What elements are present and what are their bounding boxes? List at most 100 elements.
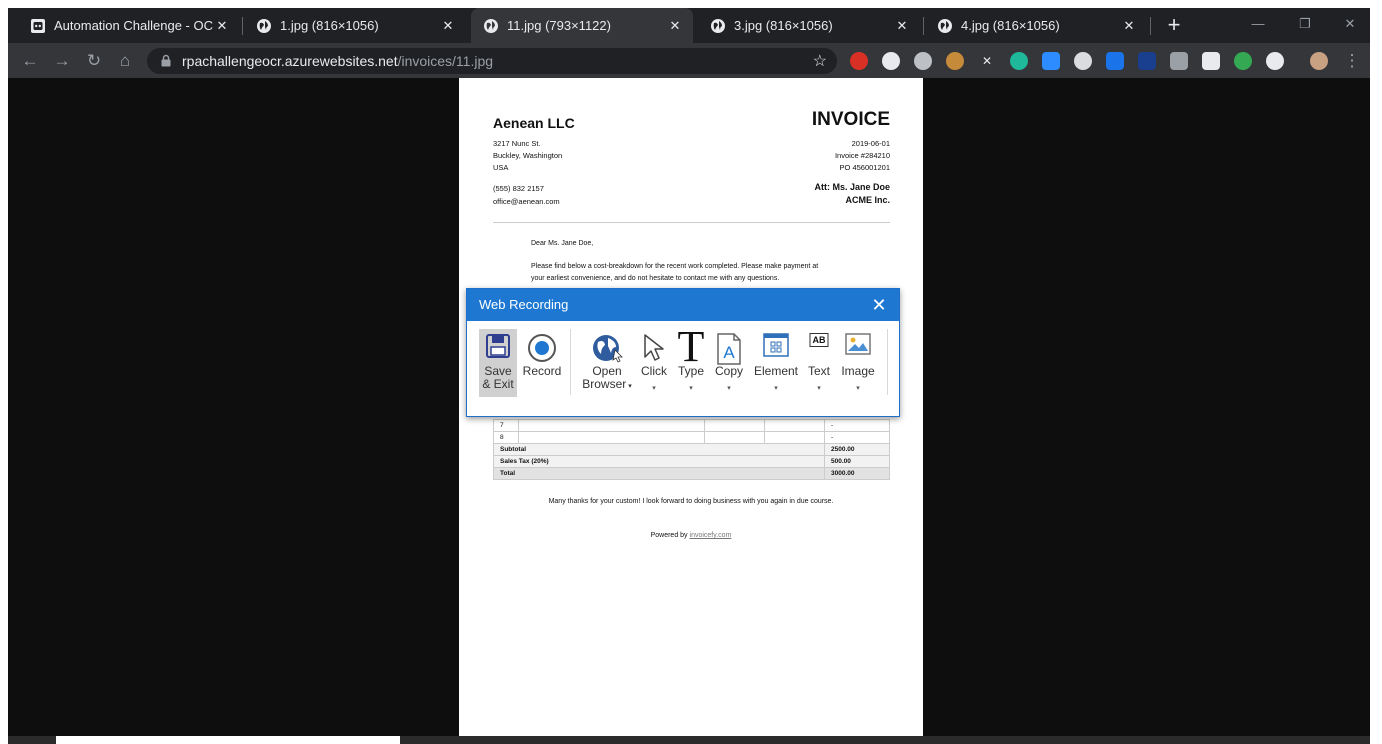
save-label-2: & Exit	[482, 377, 514, 391]
powered-by-link[interactable]: invoicefy.com	[690, 532, 732, 539]
tab-3-jpg[interactable]: 3.jpg (816×1056) ✕	[698, 8, 920, 43]
tab-automation-challenge[interactable]: Automation Challenge - OCR ✕	[18, 8, 240, 43]
open-browser-label: Open	[592, 364, 622, 378]
download-bar	[56, 736, 400, 744]
extension-icon[interactable]	[914, 52, 932, 70]
zoom-extension-icon[interactable]	[1042, 52, 1060, 70]
image-button[interactable]: Image ▾	[837, 329, 879, 397]
save-exit-button[interactable]: Save & Exit	[479, 329, 517, 397]
url-text: rpachallengeocr.azurewebsites.net/invoic…	[182, 53, 493, 69]
close-window-icon[interactable]: ✕	[1335, 13, 1365, 35]
extension-icon[interactable]	[1234, 52, 1252, 70]
total-value: 3000.00	[824, 467, 890, 480]
copy-label: Copy	[714, 364, 743, 378]
dialog-title: Web Recording	[479, 297, 569, 312]
save-label: Save	[484, 364, 512, 378]
body-text: your earliest convenience, and do not he…	[531, 275, 780, 282]
extension-icon[interactable]	[1266, 52, 1284, 70]
subtotal-row: Subtotal 2500.00	[493, 443, 890, 456]
globe-icon	[484, 18, 498, 33]
chat-extension-icon[interactable]	[1010, 52, 1028, 70]
total-row: Total 3000.00	[493, 467, 890, 480]
thanks-text: Many thanks for your custom! I look forw…	[548, 498, 834, 505]
dropdown-caret-icon: ▾	[652, 385, 656, 392]
b-extension-icon[interactable]	[1170, 52, 1188, 70]
divider	[493, 222, 890, 223]
forward-icon[interactable]: →	[52, 51, 72, 71]
table-row: 7 -	[493, 419, 890, 432]
address-bar[interactable]: rpachallengeocr.azurewebsites.net/invoic…	[147, 48, 837, 74]
close-tab-icon[interactable]: ✕	[214, 18, 230, 34]
new-tab-button[interactable]: +	[1163, 14, 1185, 36]
tab-4-jpg[interactable]: 4.jpg (816×1056) ✕	[925, 8, 1147, 43]
tab-strip: Automation Challenge - OCR ✕ 1.jpg (816×…	[8, 8, 1370, 43]
tax-value: 500.00	[824, 455, 890, 468]
dropdown-caret-icon: ▾	[689, 385, 693, 392]
tab-divider	[1150, 17, 1151, 35]
cookie-extension-icon[interactable]	[946, 52, 964, 70]
close-tab-icon[interactable]: ✕	[667, 18, 683, 34]
extension-icon[interactable]	[882, 52, 900, 70]
badge-extension-icon[interactable]	[1202, 52, 1220, 70]
tab-title: 11.jpg (793×1122)	[507, 18, 611, 33]
tab-title: Automation Challenge - OCR	[54, 18, 214, 33]
search-extension-icon[interactable]	[1074, 52, 1092, 70]
record-icon	[528, 334, 556, 362]
type-label: Type	[677, 364, 704, 378]
greeting: Dear Ms. Jane Doe,	[531, 240, 594, 247]
cursor-arrow-icon	[644, 334, 664, 361]
text-button[interactable]: AB Text ▾	[803, 329, 835, 397]
restore-icon[interactable]: ❐	[1290, 13, 1320, 35]
row-amount: -	[824, 431, 890, 444]
phone: (555) 832 2157	[493, 184, 544, 193]
powered-by-label: Powered by	[650, 532, 688, 539]
row-number: 7	[493, 419, 519, 432]
po-number: PO 456001201	[839, 163, 890, 172]
dropdown-caret-icon: ▾	[856, 385, 860, 392]
click-button[interactable]: Click ▾	[637, 329, 671, 397]
invoice-title: INVOICE	[811, 109, 890, 130]
open-browser-button[interactable]: Open Browser ▾	[579, 329, 635, 397]
dropdown-caret-icon: ▾	[774, 385, 778, 392]
bookmark-star-icon[interactable]: ☆	[813, 51, 827, 71]
globe-icon	[711, 18, 725, 33]
close-tab-icon[interactable]: ✕	[440, 18, 456, 34]
x-extension-icon[interactable]: ✕	[978, 52, 996, 70]
profile-avatar[interactable]	[1310, 52, 1328, 70]
type-button[interactable]: T Type ▾	[673, 325, 709, 397]
close-tab-icon[interactable]: ✕	[1121, 18, 1137, 34]
text-label: Text	[807, 364, 830, 378]
home-icon[interactable]: ⌂	[115, 51, 135, 71]
reload-icon[interactable]: ↻	[84, 51, 104, 71]
tax-label: Sales Tax (20%)	[493, 455, 825, 468]
tab-1-jpg[interactable]: 1.jpg (816×1056) ✕	[244, 8, 466, 43]
copy-button[interactable]: A Copy ▾	[711, 329, 747, 397]
element-button[interactable]: Element ▾	[751, 329, 801, 397]
minimize-icon[interactable]: —	[1243, 13, 1273, 35]
lock-icon	[161, 54, 171, 67]
browser-toolbar: ← → ↻ ⌂ rpachallengeocr.azurewebsites.ne…	[8, 43, 1370, 78]
globe-browser-icon	[593, 335, 623, 363]
menu-kebab-icon[interactable]: ⋮	[1342, 51, 1362, 71]
row-amount: -	[824, 419, 890, 432]
record-label: Record	[522, 364, 562, 378]
url-host: rpachallengeocr.azurewebsites.net	[182, 53, 398, 69]
close-icon[interactable]: ✕	[869, 289, 889, 321]
uipath-extension-icon[interactable]	[1106, 52, 1124, 70]
back-icon[interactable]: ←	[20, 51, 40, 71]
floppy-disk-icon	[486, 334, 510, 358]
tab-11-jpg[interactable]: 11.jpg (793×1122) ✕	[471, 8, 693, 43]
client-name: ACME Inc.	[845, 195, 890, 205]
items-table: 7 - 8 - Subtotal 2500.00 Sales Tax (20%)…	[493, 419, 890, 480]
row-number: 8	[493, 431, 519, 444]
close-tab-icon[interactable]: ✕	[894, 18, 910, 34]
chart-extension-icon[interactable]	[1138, 52, 1156, 70]
record-button[interactable]: Record	[520, 329, 564, 397]
tab-divider	[923, 17, 924, 35]
powered-by: Powered by invoicefy.com	[459, 532, 923, 539]
dialog-title-bar: Web Recording ✕	[467, 289, 899, 321]
tab-title: 1.jpg (816×1056)	[280, 18, 379, 33]
adblock-extension-icon[interactable]	[850, 52, 868, 70]
element-window-icon	[763, 333, 789, 357]
image-label: Image	[841, 364, 875, 378]
